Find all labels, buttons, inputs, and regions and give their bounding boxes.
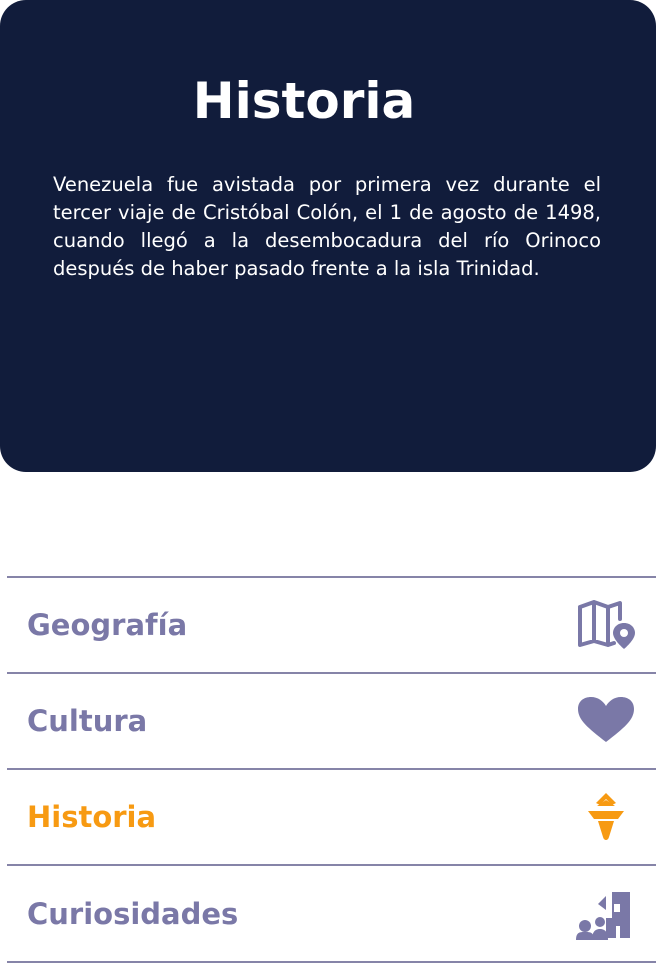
menu-item-cultura[interactable]: Cultura (7, 674, 656, 770)
menu-item-label: Historia (27, 800, 157, 834)
people-ruins-icon (574, 886, 638, 942)
menu-item-label: Geografía (27, 608, 188, 642)
heart-icon (574, 693, 638, 749)
section-menu: Geografía Cultura Historia Curiosidades (7, 576, 656, 963)
history-description: Venezuela fue avistada por primera vez d… (53, 173, 601, 280)
menu-item-curiosidades[interactable]: Curiosidades (7, 866, 656, 963)
menu-item-historia[interactable]: Historia (7, 770, 656, 866)
menu-item-label: Curiosidades (27, 896, 239, 931)
page-title: Historia (192, 72, 416, 130)
history-card: Historia Venezuela fue avistada por prim… (0, 0, 656, 472)
torch-icon (574, 789, 638, 845)
map-pin-icon (574, 597, 638, 653)
menu-item-geografia[interactable]: Geografía (7, 578, 656, 674)
menu-item-label: Cultura (27, 704, 148, 738)
